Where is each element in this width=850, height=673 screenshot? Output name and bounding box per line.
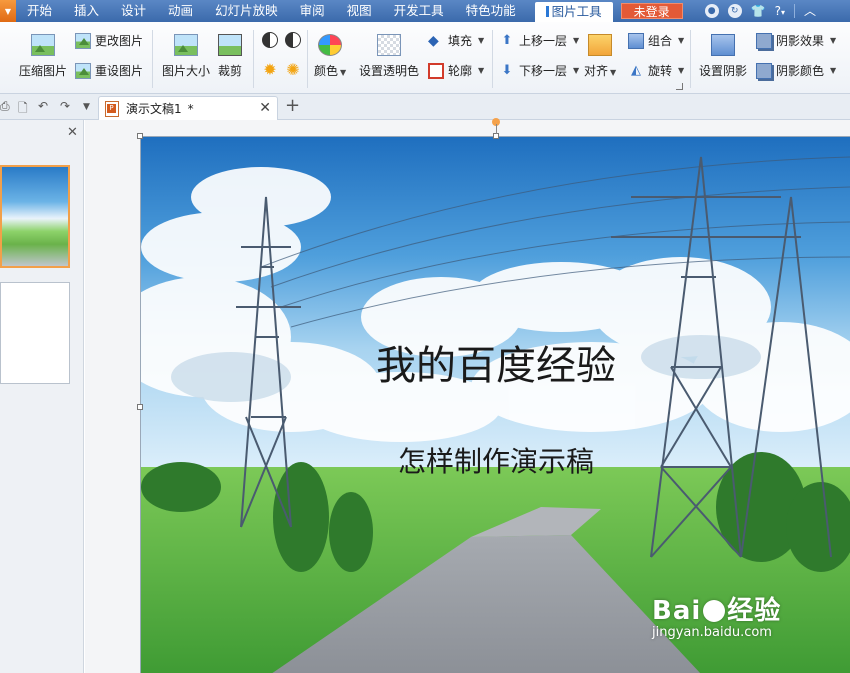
menu-tab-slideshow[interactable]: 幻灯片放映 — [204, 0, 289, 22]
reset-image-button[interactable]: 重设图片 — [75, 62, 143, 79]
increase-brightness-icon[interactable]: ✹ — [262, 62, 278, 78]
menu-tab-features[interactable]: 特色功能 — [455, 0, 527, 22]
rotation-handle-stem — [496, 124, 497, 134]
decrease-brightness-icon[interactable]: ✺ — [285, 62, 301, 78]
close-tab-icon[interactable]: ✕ — [259, 100, 271, 116]
crop-button[interactable]: 裁剪 — [218, 34, 242, 79]
divider — [794, 4, 796, 18]
new-tab-icon[interactable]: + — [285, 95, 300, 116]
menu-tab-view[interactable]: 视图 — [336, 0, 383, 22]
divider — [152, 30, 153, 88]
menu-tab-developer[interactable]: 开发工具 — [383, 0, 455, 22]
document-tab-bar: ⎙ 🗋 ↶ ↷ ▼ 演示文稿1 * ✕ + — [0, 94, 850, 120]
sync-icon[interactable]: ↻ — [727, 4, 742, 18]
color-button[interactable]: 颜色 ▼ — [314, 34, 346, 79]
collapse-ribbon-icon[interactable]: ︿ — [804, 4, 816, 18]
quick-access-dropdown-icon[interactable]: ▼ — [83, 102, 90, 112]
divider — [492, 30, 493, 88]
decrease-contrast-icon[interactable] — [285, 32, 301, 48]
app-menu-button[interactable]: ▼ — [0, 0, 16, 22]
skin-icon[interactable]: ● — [704, 4, 719, 18]
image-size-button[interactable]: 图片大小 — [162, 34, 210, 79]
change-image-icon — [75, 32, 91, 49]
document-tab[interactable]: 演示文稿1 * ✕ — [98, 96, 278, 120]
color-palette-icon — [318, 34, 343, 56]
resize-handle-top-left[interactable] — [137, 133, 143, 139]
window-controls: ● ↻ 👕 ?▾ ︿ — [704, 4, 816, 18]
menu-tab-start[interactable]: 开始 — [16, 0, 63, 22]
paint-bucket-icon: ◆ — [428, 32, 439, 49]
ribbon-toolbar: 压缩图片 更改图片 重设图片 图片大小 裁剪 ✹ ✺ 颜色 ▼ 设置透明色 ◆ 填… — [0, 22, 850, 94]
chevron-down-icon: ▼ — [4, 6, 12, 16]
group-button[interactable]: 组合 ▼ — [628, 32, 684, 49]
baidu-jingyan-watermark: Bai 经验 jingyan.baidu.com — [652, 590, 781, 640]
close-panel-icon[interactable]: ✕ — [67, 125, 78, 140]
align-icon — [588, 34, 613, 56]
outline-button[interactable]: 轮廓 ▼ — [428, 62, 484, 79]
login-button[interactable]: 未登录 — [620, 3, 683, 19]
help-icon[interactable]: ?▾ — [775, 4, 785, 18]
slide-title-textbox[interactable]: 我的百度经验 — [141, 333, 850, 391]
watermark-logo: Bai 经验 — [652, 596, 782, 626]
menu-tab-design[interactable]: 设计 — [110, 0, 157, 22]
slide-thumbnail-2[interactable] — [0, 282, 70, 384]
menu-tab-animation[interactable]: 动画 — [157, 0, 204, 22]
change-image-button[interactable]: 更改图片 — [75, 32, 143, 49]
shadow-effect-icon — [756, 32, 772, 49]
send-backward-icon: ⬇ — [501, 62, 513, 78]
menu-tab-insert[interactable]: 插入 — [63, 0, 110, 22]
resize-handle-left[interactable] — [137, 404, 143, 410]
slide-subtitle-textbox[interactable]: 怎样制作演示稿 — [141, 440, 850, 480]
redo-icon[interactable]: ↷ — [60, 99, 70, 113]
shadow-icon — [711, 34, 735, 56]
rotate-button[interactable]: ◭ 旋转 ▼ — [628, 62, 684, 79]
set-transparent-color-button[interactable]: 设置透明色 — [359, 34, 419, 79]
compress-image-button[interactable]: 压缩图片 — [19, 34, 67, 79]
undo-icon[interactable]: ↶ — [38, 99, 48, 113]
divider — [690, 30, 691, 88]
shadow-effect-button[interactable]: 阴影效果 ▼ — [756, 32, 836, 49]
slide-thumbnail-1[interactable] — [0, 165, 70, 268]
print-preview-icon[interactable]: 🗋 — [18, 99, 28, 120]
paw-icon — [703, 600, 726, 622]
divider — [253, 30, 254, 88]
align-button[interactable]: 对齐 ▼ — [584, 34, 616, 79]
crop-icon — [218, 34, 242, 56]
brightness-buttons: ✹ ✺ — [262, 62, 301, 78]
thumbnail-image — [2, 167, 68, 266]
send-backward-button[interactable]: ⬇ 下移一层 ▼ — [499, 62, 580, 79]
shadow-color-button[interactable]: 阴影颜色 ▼ — [756, 62, 836, 79]
group-icon — [628, 32, 644, 49]
fill-button[interactable]: ◆ 填充 ▼ — [428, 32, 484, 49]
watermark-url: jingyan.baidu.com — [652, 625, 772, 640]
increase-contrast-icon[interactable] — [262, 32, 278, 48]
unsaved-marker: * — [187, 101, 194, 116]
presentation-file-icon — [105, 100, 119, 117]
outline-icon — [428, 62, 444, 79]
bring-forward-icon: ⬆ — [501, 32, 513, 48]
bring-forward-button[interactable]: ⬆ 上移一层 ▼ — [499, 32, 580, 49]
set-shadow-button[interactable]: 设置阴影 — [699, 34, 747, 79]
slide-thumbnail-panel: ✕ — [0, 120, 84, 673]
contrast-buttons — [262, 32, 301, 48]
menu-bar: ▼ 开始 插入 设计 动画 幻灯片放映 审阅 视图 开发工具 特色功能 图片工具… — [0, 0, 850, 22]
image-size-icon — [174, 34, 198, 56]
print-icon[interactable]: ⎙ — [0, 99, 10, 114]
reset-image-icon — [75, 62, 91, 79]
divider — [307, 30, 308, 88]
transparent-color-icon — [377, 34, 401, 56]
menu-tab-review[interactable]: 审阅 — [289, 0, 336, 22]
rotate-icon: ◭ — [631, 62, 641, 78]
document-title: 演示文稿1 — [126, 102, 182, 116]
dialog-launcher-icon[interactable] — [676, 83, 683, 90]
menu-tab-picture-tools[interactable]: 图片工具 — [534, 2, 613, 22]
shirt-icon[interactable]: 👕 — [751, 4, 766, 18]
compress-image-icon — [31, 34, 55, 56]
shadow-color-icon — [756, 62, 772, 79]
